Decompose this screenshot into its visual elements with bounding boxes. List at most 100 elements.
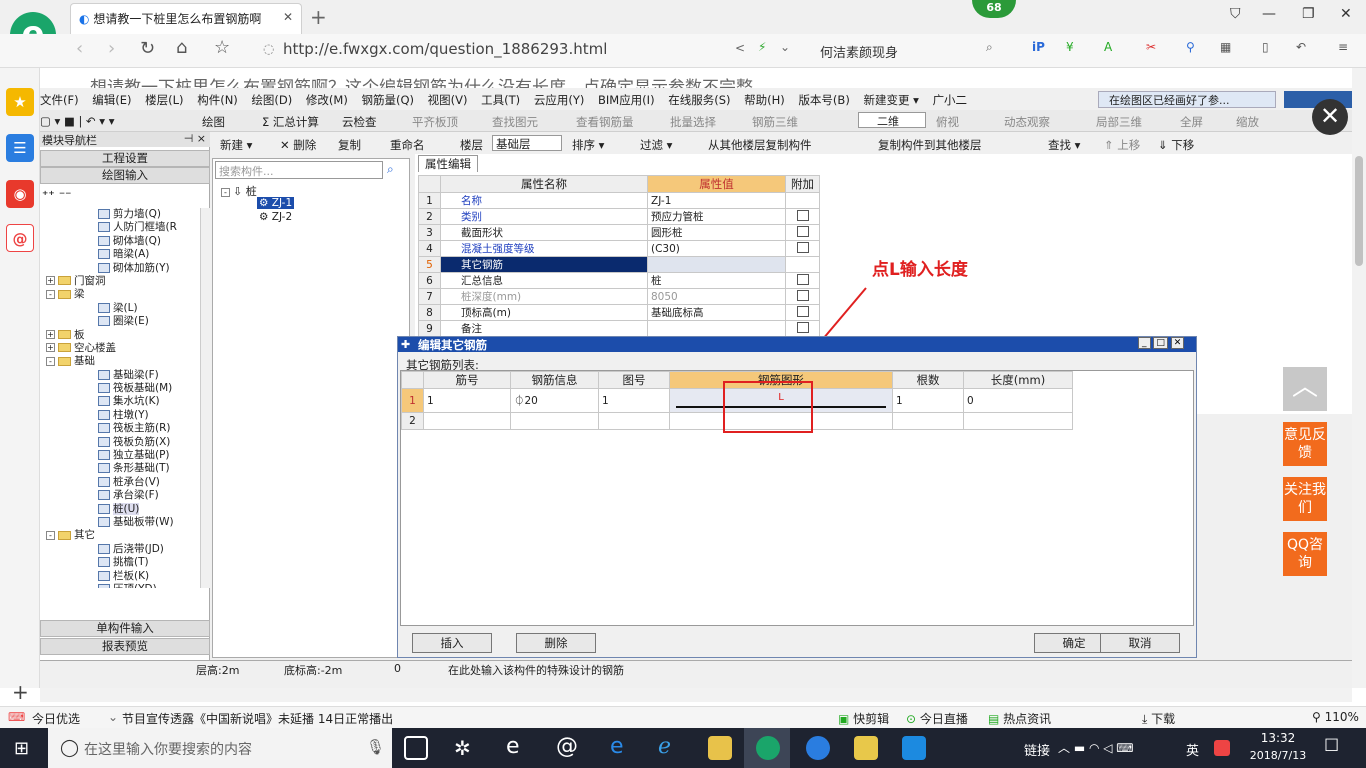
tree-item[interactable]: 集水坑(K) <box>40 395 200 408</box>
rebar-length-cell[interactable]: 0 <box>963 388 1073 413</box>
rebar-count-cell[interactable]: 1 <box>892 388 964 413</box>
expand-toggle-icon[interactable]: - <box>46 530 55 540</box>
url-bar[interactable]: http://e.fwxgx.com/question_1886293.html <box>283 40 607 58</box>
zoom-level[interactable]: ⚲ 110% <box>1312 710 1359 724</box>
tray-icons[interactable]: ︿ ▬ ◠ ◁ ⌨ <box>1058 739 1134 756</box>
weibo-icon[interactable]: ◉ <box>6 180 34 208</box>
expand-toggle-icon[interactable]: - <box>46 289 55 299</box>
shield-yen-icon[interactable]: ¥ <box>1066 40 1074 54</box>
tree-item[interactable]: 条形基础(T) <box>40 462 200 475</box>
star-icon[interactable]: ☆ <box>214 37 230 58</box>
tree-item[interactable]: 桩承台(V) <box>40 476 200 489</box>
view-mode-select[interactable]: 二维 <box>858 112 926 128</box>
menu-bim[interactable]: BIM应用(I) <box>598 93 655 107</box>
component-zj-2[interactable]: ⚙ ZJ-2 <box>257 211 294 223</box>
tree-item[interactable]: 剪力墙(Q) <box>40 208 200 221</box>
rebar-no-cell[interactable]: 1 <box>423 388 511 413</box>
browser-tab[interactable]: ◐ 想请教一下桩里怎么布置钢筋啊 ✕ <box>70 3 302 34</box>
quick-access-icons[interactable]: ▢ ▾ ■ | ↶ ▾ ▾ <box>40 114 115 128</box>
tree-item[interactable]: + 空心楼盖 <box>40 342 200 355</box>
menu-component[interactable]: 构件(N) <box>197 93 238 107</box>
extra-checkbox-cell[interactable] <box>785 240 820 257</box>
tree-item[interactable]: 筏板负筋(X) <box>40 436 200 449</box>
home-icon[interactable]: ⌂ <box>176 37 187 58</box>
undo-icon[interactable]: ↶ <box>1296 40 1306 54</box>
menu-tools[interactable]: 工具(T) <box>481 93 520 107</box>
local-3d-button[interactable]: 局部三维 <box>1096 114 1142 130</box>
insert-button[interactable]: 插入 <box>412 633 492 653</box>
menu-cloud[interactable]: 云应用(Y) <box>534 93 585 107</box>
extra-checkbox-cell[interactable] <box>785 208 820 225</box>
translate-icon[interactable]: A <box>1104 40 1112 54</box>
component-search-input[interactable]: 搜索构件... <box>215 161 383 179</box>
menu-help[interactable]: 帮助(H) <box>744 93 785 107</box>
property-value[interactable]: (C30) <box>647 240 786 257</box>
news-left-label[interactable]: 今日优选 <box>32 710 80 727</box>
grid-icon[interactable]: ▦ <box>1220 40 1231 54</box>
property-row[interactable]: 7 桩深度(mm) 8050 <box>418 288 820 305</box>
ime-indicator[interactable]: 英 <box>1186 740 1199 759</box>
view-rebar-button[interactable]: 查看钢筋量 <box>576 114 634 130</box>
tree-item[interactable]: 砌体加筋(Y) <box>40 262 200 275</box>
tree-item[interactable]: 人防门框墙(R <box>40 221 200 234</box>
find-button[interactable]: 查找 ▾ <box>1048 137 1080 153</box>
tree-item[interactable]: + 门窗洞 <box>40 275 200 288</box>
property-row[interactable]: 2 类别 预应力管桩 <box>418 208 820 225</box>
expand-toggle-icon[interactable]: + <box>46 343 55 353</box>
tree-item[interactable]: 梁(L) <box>40 302 200 315</box>
ggj-task-icon[interactable] <box>902 736 926 760</box>
download-link[interactable]: ⤓ 下载 <box>1142 710 1175 727</box>
sogou-icon[interactable] <box>1214 740 1230 756</box>
clock-date[interactable]: 2018/7/13 <box>1244 749 1312 762</box>
copy-button[interactable]: 复制 <box>338 137 361 153</box>
project-settings-button[interactable]: 工程设置 <box>40 150 210 167</box>
tree-item[interactable]: 后浇带(JD) <box>40 543 200 556</box>
report-preview-button[interactable]: 报表预览 <box>40 638 210 655</box>
property-value[interactable]: 8050 <box>647 288 786 305</box>
expand-collapse-icons[interactable]: ⁺⁺ ⁻⁻ <box>42 188 72 202</box>
mail-icon[interactable]: @ <box>6 224 34 252</box>
cancel-button[interactable]: 取消 <box>1100 633 1180 653</box>
new-tab-icon[interactable]: + <box>310 5 327 29</box>
menu-guangxiaoer[interactable]: 广小二 <box>933 93 968 107</box>
rebar-3d-button[interactable]: 钢筋三维 <box>752 114 798 130</box>
delete-row-button[interactable]: 删除 <box>516 633 596 653</box>
taskbar-link-label[interactable]: 链接 <box>1024 740 1050 759</box>
property-value[interactable] <box>647 320 786 337</box>
tree-item[interactable]: - 其它 <box>40 529 200 542</box>
tree-item[interactable]: 筏板基础(M) <box>40 382 200 395</box>
draw-button[interactable]: 绘图 <box>202 114 225 130</box>
dialog-minimize-icon[interactable]: _ <box>1138 337 1151 349</box>
property-row[interactable]: 5 其它钢筋 <box>418 256 820 273</box>
scissors-icon[interactable]: ✂ <box>1146 40 1156 54</box>
phone-icon[interactable]: ▯ <box>1262 40 1269 54</box>
expand-toggle-icon[interactable]: + <box>46 330 55 340</box>
calc-summary-button[interactable]: Σ 汇总计算 <box>262 114 319 130</box>
windows-start-icon[interactable]: ⊞ <box>14 738 29 759</box>
rebar-fig-cell[interactable] <box>598 412 670 430</box>
property-row[interactable]: 9 备注 <box>418 320 820 337</box>
page-hscrollbar[interactable] <box>40 688 1352 702</box>
move-up-button[interactable]: ⇑ 上移 <box>1104 137 1140 153</box>
property-value[interactable]: 桩 <box>647 272 786 289</box>
microphone-icon[interactable]: 🎙 <box>366 738 385 756</box>
find-element-button[interactable]: 查找图元 <box>492 114 538 130</box>
rebar-info-cell[interactable]: ⏀20 <box>510 388 599 413</box>
zoom-button[interactable]: 缩放 <box>1236 114 1259 130</box>
menu-file[interactable]: 文件(F) <box>40 93 79 107</box>
extra-checkbox-cell[interactable] <box>785 224 820 241</box>
ip-icon[interactable]: iP <box>1032 40 1045 54</box>
close-tab-icon[interactable]: ✕ <box>283 10 293 24</box>
expand-toggle-icon[interactable]: - <box>46 356 55 366</box>
property-value[interactable] <box>647 256 786 273</box>
tree-item[interactable]: 暗梁(A) <box>40 248 200 261</box>
tree-item[interactable]: 筏板主筋(R) <box>40 422 200 435</box>
list-icon[interactable]: ☰ <box>6 134 34 162</box>
property-row[interactable]: 6 汇总信息 桩 <box>418 272 820 289</box>
page-scroll-thumb[interactable] <box>1355 156 1363 266</box>
dialog-maximize-icon[interactable]: □ <box>1153 337 1168 349</box>
notes-app-icon[interactable] <box>854 736 878 760</box>
search-icon[interactable]: ⌕ <box>986 40 993 55</box>
sort-button[interactable]: 排序 ▾ <box>572 137 604 153</box>
property-value[interactable]: ZJ-1 <box>647 192 786 209</box>
